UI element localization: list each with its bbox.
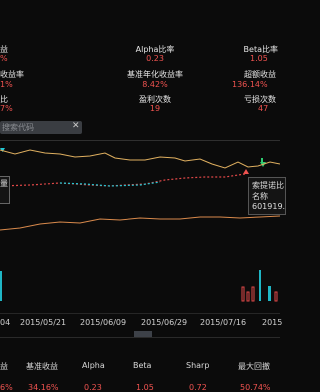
date-tick: 2015 <box>262 318 283 327</box>
date-tick: 04 <box>0 318 11 327</box>
table-cell: 1.05 <box>136 383 154 392</box>
date-tick: 2015/07/16 <box>200 318 247 327</box>
axis-line <box>0 313 280 314</box>
divider <box>0 337 280 338</box>
table-header: 基准收益 <box>26 362 58 371</box>
table-header: Alpha <box>82 361 105 370</box>
backtest-chart <box>0 148 280 302</box>
sell-marker-icon <box>243 169 249 174</box>
table-header: 益 <box>0 362 8 371</box>
legend-volume-label: 量 <box>0 179 8 188</box>
close-icon[interactable]: ✕ <box>72 121 80 131</box>
stat-value-return: % <box>0 54 8 63</box>
stat-value-excess: 136.14% <box>232 80 268 89</box>
stat-value-alpha: 0.23 <box>146 54 164 63</box>
stat-value-benchmark-annual: 8.42% <box>142 80 168 89</box>
table-cell: 0.23 <box>84 383 102 392</box>
tooltip-title: 索提诺比 <box>252 181 284 190</box>
benchmark-line-segment <box>59 181 161 187</box>
volume-bars <box>0 270 278 302</box>
table-cell: 6% <box>0 383 13 392</box>
benchmark-line <box>0 173 246 187</box>
table-header: Beta <box>133 361 152 370</box>
stat-value-ratio: 7% <box>0 104 13 113</box>
secondary-line <box>0 215 280 231</box>
table-header: 最大回撤 <box>238 362 270 371</box>
table-header: Sharp <box>186 361 210 370</box>
stat-value-annual-return: 1% <box>0 80 13 89</box>
stat-value-win-count: 19 <box>149 104 161 113</box>
stat-value-beta: 1.05 <box>250 54 268 63</box>
stat-label-annual-return: 收益率 <box>0 70 24 79</box>
date-tick: 2015/05/21 <box>20 318 67 327</box>
stat-label-benchmark-annual: 基准年化收益率 <box>127 70 183 79</box>
tooltip: 索提诺比 名称 601919. <box>248 177 286 215</box>
search-placeholder: 搜索代码 <box>2 123 34 132</box>
table-cell: 0.72 <box>189 383 207 392</box>
table-cell: 50.74% <box>240 383 271 392</box>
table-cell: 34.16% <box>28 383 59 392</box>
stat-value-loss-count: 47 <box>258 104 269 113</box>
strategy-equity-line <box>0 149 280 169</box>
date-tick: 2015/06/09 <box>80 318 127 327</box>
tooltip-name-label: 名称 <box>252 192 268 201</box>
date-tick: 2015/06/29 <box>141 318 188 327</box>
stat-label-excess: 超额收益 <box>244 70 276 79</box>
tooltip-code: 601919. <box>252 202 286 211</box>
